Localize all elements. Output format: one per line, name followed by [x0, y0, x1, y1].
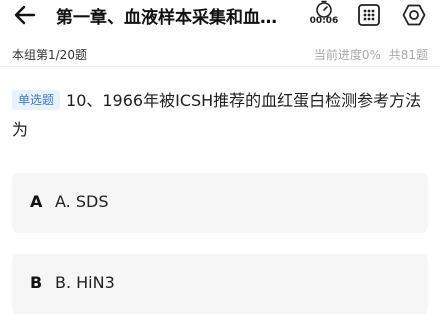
- timer-readout: 00:06: [309, 16, 339, 26]
- progress-info: 当前进度0% 共81题: [310, 46, 428, 63]
- page-title: 第一章、血液样本采集和血…: [56, 8, 277, 28]
- option-b[interactable]: B B. HiN3: [12, 254, 428, 314]
- progress-bar-row: 本组第1/20题 当前进度0% 共81题: [0, 38, 440, 67]
- settings-button[interactable]: [401, 2, 427, 28]
- question-type-badge: 单选题: [12, 90, 61, 110]
- question-stem: 单选题 10、1966年被ICSH推荐的血红蛋白检测参考方法为: [12, 86, 428, 144]
- question-text: 10、1966年被ICSH推荐的血红蛋白检测参考方法为: [12, 91, 422, 139]
- back-button[interactable]: [10, 2, 40, 28]
- answer-sheet-button[interactable]: [356, 2, 382, 28]
- option-letter: A: [30, 192, 43, 211]
- top-app-bar: 第一章、血液样本采集和血… 00:06: [0, 0, 440, 34]
- timer-button[interactable]: 00:06: [306, 0, 342, 30]
- total-count: 共81题: [388, 48, 428, 62]
- settings-icon: [402, 4, 426, 26]
- option-text: B. HiN3: [55, 273, 115, 292]
- progress-percent: 当前进度0%: [313, 48, 381, 62]
- answer-grid-icon: [358, 4, 380, 26]
- option-letter: B: [30, 273, 43, 292]
- back-arrow-icon: [14, 5, 36, 25]
- option-text: A. SDS: [55, 192, 109, 211]
- group-position-label: 本组第1/20题: [12, 48, 87, 62]
- option-a[interactable]: A A. SDS: [12, 173, 428, 233]
